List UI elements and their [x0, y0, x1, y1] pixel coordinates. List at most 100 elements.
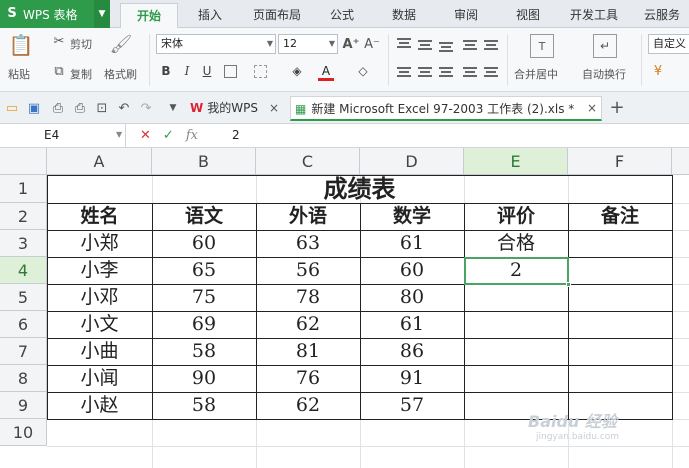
merge-borders-icon[interactable]	[254, 65, 267, 78]
table-header-cell[interactable]: 语文	[152, 203, 256, 230]
bold-icon[interactable]: B	[158, 63, 174, 79]
row-header-7[interactable]: 7	[0, 338, 47, 365]
table-cell[interactable]: 90	[152, 365, 256, 392]
font-color-icon[interactable]: A	[318, 63, 334, 81]
table-cell[interactable]	[464, 338, 568, 365]
fill-handle[interactable]	[566, 282, 571, 287]
format-painter-button[interactable]: 格式刷	[104, 66, 137, 82]
copy-button[interactable]: 复制	[70, 66, 92, 82]
row-header-5[interactable]: 5	[0, 284, 47, 311]
underline-icon[interactable]: U	[199, 63, 215, 79]
table-cell[interactable]: 75	[152, 284, 256, 311]
cancel-icon[interactable]: ✕	[140, 128, 151, 143]
tab-developer[interactable]: 开发工具	[564, 0, 624, 28]
folder-icon[interactable]: ▭	[4, 100, 20, 116]
selected-cell-outline[interactable]	[464, 257, 571, 287]
tab-insert[interactable]: 插入	[188, 0, 232, 28]
text-direction-icon[interactable]	[463, 40, 477, 50]
indent-icon[interactable]	[484, 40, 498, 50]
select-all-corner[interactable]	[0, 148, 47, 175]
row-header-2[interactable]: 2	[0, 203, 47, 230]
wps-app-menu-button[interactable]: S WPS 表格 ▼	[0, 0, 110, 28]
confirm-icon[interactable]: ✓	[163, 128, 174, 143]
function-icon[interactable]: fx	[186, 128, 198, 143]
table-cell[interactable]: 61	[360, 311, 464, 338]
spreadsheet-grid[interactable]: A B C D E F 1 2 3 4 5 6 7 8 9 10 成绩表 姓名 语文 外语 数学 评价 备注 小郑 60 63 61…	[0, 148, 689, 468]
table-cell[interactable]: 62	[256, 311, 360, 338]
add-tab-icon[interactable]: +	[608, 97, 626, 118]
table-cell[interactable]: 小李	[47, 257, 152, 284]
table-cell[interactable]	[568, 338, 672, 365]
table-cell[interactable]: 58	[152, 392, 256, 419]
table-cell[interactable]: 小文	[47, 311, 152, 338]
align-bottom-icon[interactable]	[439, 42, 453, 52]
table-cell[interactable]: 小郑	[47, 230, 152, 257]
tab-data[interactable]: 数据	[382, 0, 426, 28]
number-format-select[interactable]: 自定义	[648, 34, 689, 54]
cut-button[interactable]: 剪切	[70, 36, 92, 52]
align-top-icon[interactable]	[397, 38, 411, 48]
table-cell[interactable]	[568, 311, 672, 338]
wrap-text-icon[interactable]: ↵	[593, 34, 617, 58]
table-cell[interactable]	[568, 284, 672, 311]
table-cell[interactable]: 80	[360, 284, 464, 311]
table-cell[interactable]	[464, 311, 568, 338]
chevron-down-icon[interactable]: ▼	[94, 0, 110, 28]
wrap-text-button[interactable]: 自动换行	[582, 66, 626, 82]
font-size-select[interactable]: 12 ▼	[278, 34, 338, 54]
italic-icon[interactable]: I	[179, 63, 195, 79]
merge-center-icon[interactable]: T	[530, 34, 554, 58]
save-icon[interactable]: ▣	[26, 100, 42, 116]
table-cell[interactable]: 56	[256, 257, 360, 284]
font-name-select[interactable]: 宋体 ▼	[156, 34, 276, 54]
table-cell[interactable]: 58	[152, 338, 256, 365]
copy-icon[interactable]: ⧉	[52, 64, 66, 79]
scissors-icon[interactable]: ✂	[52, 34, 66, 49]
format-painter-icon[interactable]: 🖌	[110, 32, 133, 56]
tab-home[interactable]: 开始	[120, 3, 178, 29]
table-cell[interactable]: 61	[360, 230, 464, 257]
column-header-a[interactable]: A	[47, 148, 152, 175]
table-cell[interactable]: 小闻	[47, 365, 152, 392]
sheet-title-cell[interactable]: 成绩表	[47, 175, 672, 203]
column-header-d[interactable]: D	[360, 148, 464, 175]
tab-page-layout[interactable]: 页面布局	[244, 0, 310, 28]
doc-tab-workbook[interactable]: ▦ 新建 Microsoft Excel 97-2003 工作表 (2).xls …	[290, 96, 602, 121]
chevron-down-icon[interactable]: ▼	[166, 100, 180, 116]
table-cell[interactable]	[464, 284, 568, 311]
decrease-font-icon[interactable]: A⁻	[364, 36, 380, 52]
align-right-icon[interactable]	[439, 67, 453, 77]
close-icon[interactable]: ×	[268, 101, 280, 115]
table-header-cell[interactable]: 备注	[568, 203, 672, 230]
print-icon[interactable]: ⎙	[72, 100, 88, 116]
row-header-10[interactable]: 10	[0, 419, 47, 446]
merge-center-button[interactable]: 合并居中	[514, 66, 558, 82]
table-cell[interactable]	[568, 257, 672, 284]
table-cell[interactable]	[568, 230, 672, 257]
increase-font-icon[interactable]: A⁺	[343, 36, 360, 52]
align-left-icon[interactable]	[397, 67, 411, 77]
table-cell[interactable]: 86	[360, 338, 464, 365]
paste-button[interactable]: 粘贴	[8, 66, 30, 82]
table-cell[interactable]: 65	[152, 257, 256, 284]
table-cell[interactable]: 小曲	[47, 338, 152, 365]
table-header-cell[interactable]: 姓名	[47, 203, 152, 230]
table-header-cell[interactable]: 外语	[256, 203, 360, 230]
table-cell[interactable]: 57	[360, 392, 464, 419]
currency-icon[interactable]: ¥	[651, 64, 665, 79]
table-cell[interactable]: 小邓	[47, 284, 152, 311]
row-header-1[interactable]: 1	[0, 175, 47, 203]
table-cell[interactable]: 小赵	[47, 392, 152, 419]
borders-icon[interactable]	[224, 65, 237, 78]
table-cell[interactable]: 69	[152, 311, 256, 338]
redo-icon[interactable]: ↷	[138, 100, 154, 116]
row-header-6[interactable]: 6	[0, 311, 47, 338]
row-header-8[interactable]: 8	[0, 365, 47, 392]
distributed-icon[interactable]	[484, 67, 498, 77]
tab-cloud[interactable]: 云服务	[636, 0, 688, 28]
column-header-e[interactable]: E	[464, 148, 568, 175]
row-header-3[interactable]: 3	[0, 230, 47, 257]
table-cell[interactable]: 合格	[464, 230, 568, 257]
tab-review[interactable]: 审阅	[444, 0, 488, 28]
row-header-9[interactable]: 9	[0, 392, 47, 419]
